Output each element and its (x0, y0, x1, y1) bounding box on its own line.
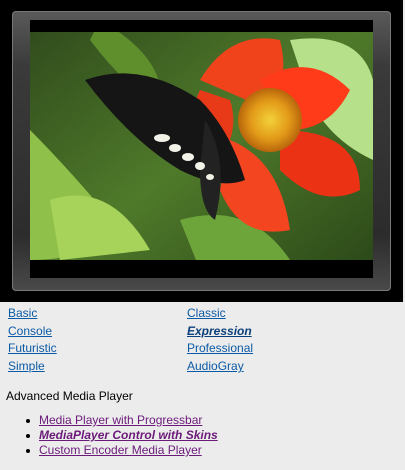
video-frame-image (30, 20, 373, 278)
list-item: Media Player with Progressbar (26, 413, 218, 428)
skin-link-console[interactable]: Console (8, 323, 52, 339)
bullet-icon (26, 419, 30, 423)
skin-row: Simple AudioGray (8, 358, 388, 376)
skin-row: Console Expression (8, 323, 388, 341)
skin-row: Basic Classic (8, 305, 388, 323)
link-custom-encoder-player[interactable]: Custom Encoder Media Player (39, 443, 202, 457)
list-item: MediaPlayer Control with Skins (26, 428, 218, 443)
bullet-icon (26, 449, 30, 453)
skin-link-futuristic[interactable]: Futuristic (8, 340, 57, 356)
skin-link-expression[interactable]: Expression (187, 323, 252, 339)
skin-row: Futuristic Professional (8, 340, 388, 358)
advanced-list: Media Player with Progressbar MediaPlaye… (26, 413, 218, 458)
link-mediaplayer-control-skins[interactable]: MediaPlayer Control with Skins (39, 428, 218, 442)
skin-link-professional[interactable]: Professional (187, 340, 253, 356)
skin-links: Basic Classic Console Expression Futuris… (8, 305, 388, 376)
skin-link-audiogray[interactable]: AudioGray (187, 358, 244, 374)
bullet-icon (26, 434, 30, 438)
list-item: Custom Encoder Media Player (26, 443, 218, 458)
skin-link-classic[interactable]: Classic (187, 305, 226, 321)
video-display[interactable] (30, 20, 373, 278)
skin-link-basic[interactable]: Basic (8, 305, 37, 321)
media-player[interactable] (0, 0, 403, 302)
advanced-section-title: Advanced Media Player (6, 389, 133, 403)
skin-link-simple[interactable]: Simple (8, 358, 45, 374)
link-media-player-progressbar[interactable]: Media Player with Progressbar (39, 413, 202, 427)
